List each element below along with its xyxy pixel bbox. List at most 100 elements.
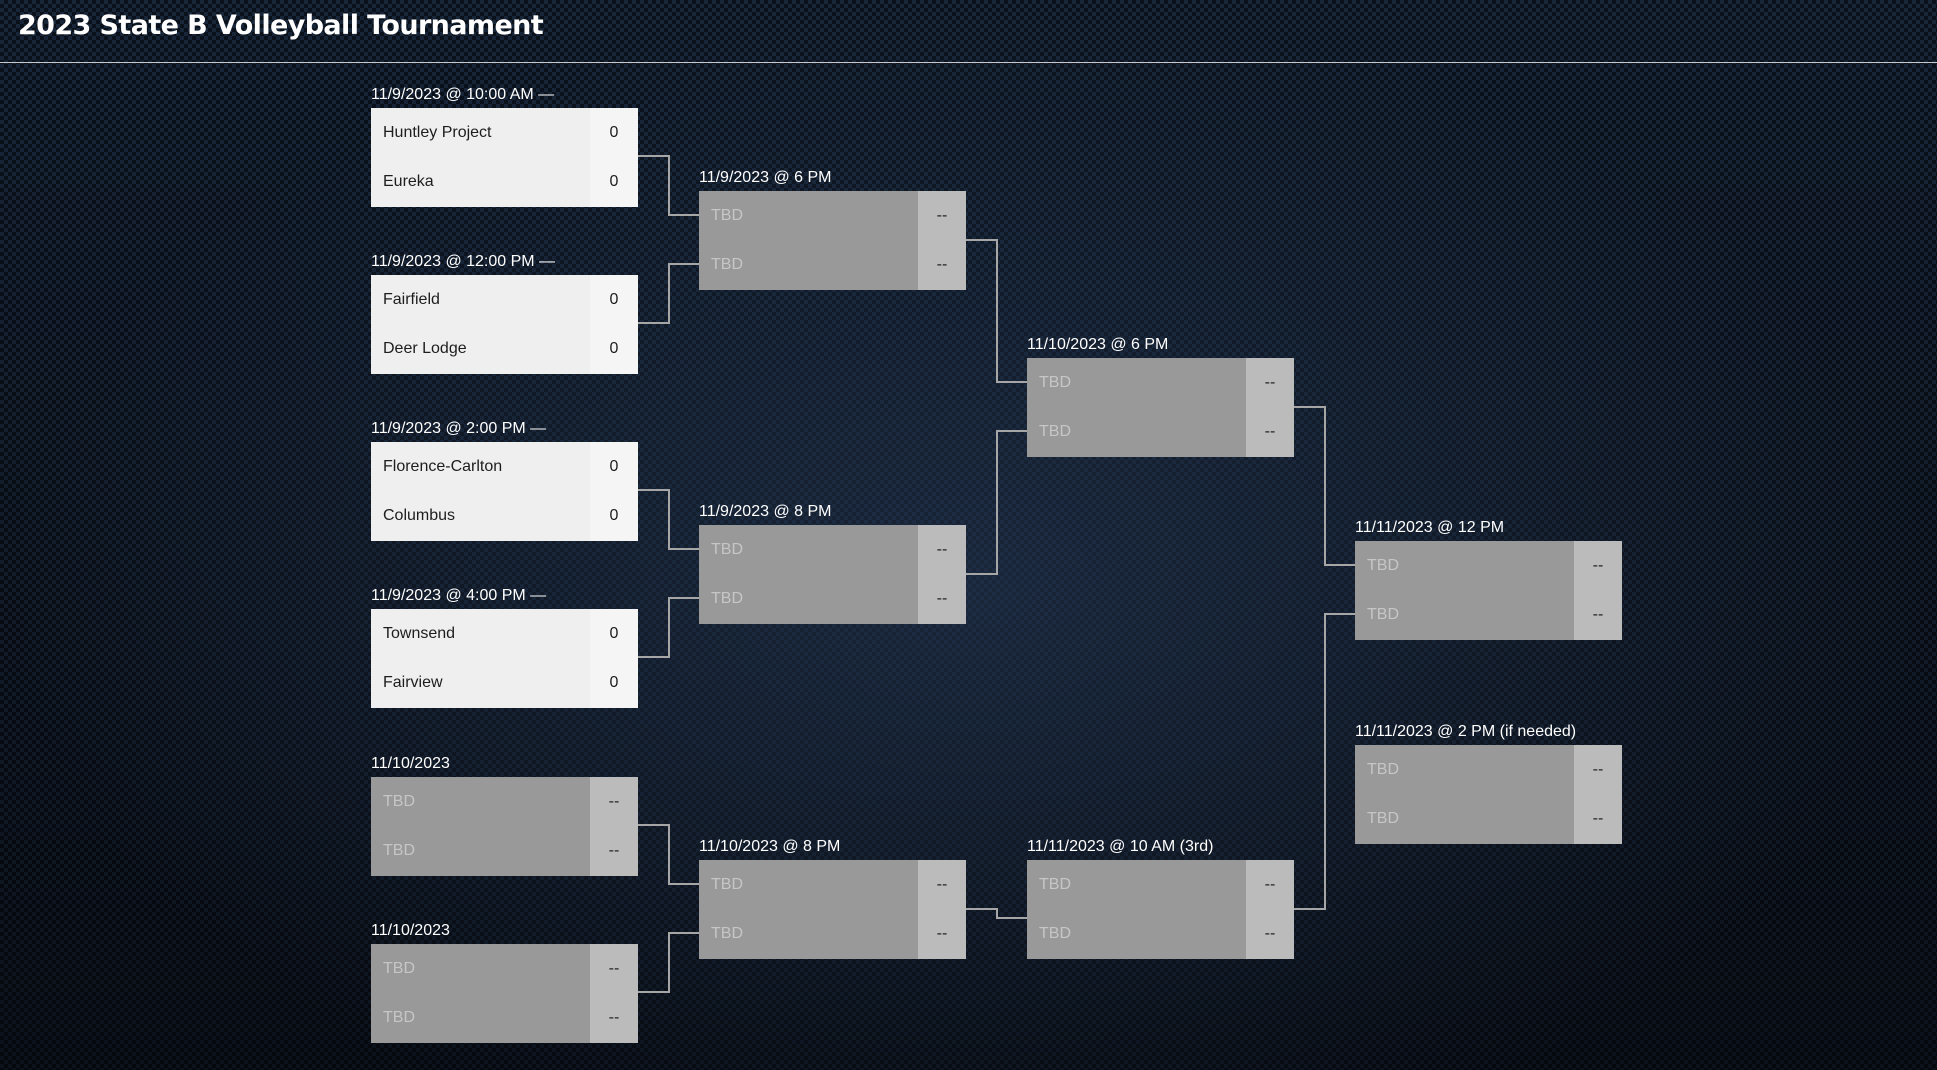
match-box[interactable]: Fairfield 0 Deer Lodge 0 bbox=[371, 275, 638, 374]
team-row[interactable]: TBD -- bbox=[1027, 358, 1294, 408]
team-score: -- bbox=[1246, 407, 1294, 457]
team-name: TBD bbox=[1355, 590, 1574, 640]
team-score: -- bbox=[918, 860, 966, 910]
team-name: TBD bbox=[1355, 794, 1574, 844]
match-box[interactable]: TBD -- TBD -- bbox=[371, 944, 638, 1043]
match-townsend-vs-fairview: 11/9/2023 @ 4:00 PM — Townsend 0 Fairvie… bbox=[371, 587, 638, 708]
team-row[interactable]: TBD -- bbox=[699, 909, 966, 959]
team-name: Fairfield bbox=[371, 275, 590, 325]
team-row[interactable]: TBD -- bbox=[1355, 745, 1622, 795]
connector-m5-to-m9 bbox=[638, 824, 700, 885]
match-semifinal-1: 11/9/2023 @ 6 PM TBD -- TBD -- bbox=[699, 169, 966, 290]
match-florence-carlton-vs-columbus: 11/9/2023 @ 2:00 PM — Florence-Carlton 0… bbox=[371, 420, 638, 541]
team-row[interactable]: TBD -- bbox=[1027, 909, 1294, 959]
match-box[interactable]: TBD -- TBD -- bbox=[699, 191, 966, 290]
match-time-label: 11/10/2023 @ 8 PM bbox=[699, 838, 841, 855]
connector-m9-to-m11 bbox=[966, 908, 1028, 919]
team-name: TBD bbox=[1027, 358, 1246, 408]
team-name: TBD bbox=[1027, 860, 1246, 910]
match-box[interactable]: Huntley Project 0 Eureka 0 bbox=[371, 108, 638, 207]
team-score: -- bbox=[918, 574, 966, 624]
team-score: -- bbox=[590, 944, 638, 994]
match-consolation-2: 11/10/2023 TBD -- TBD -- bbox=[371, 922, 638, 1043]
team-score: 0 bbox=[590, 324, 638, 374]
team-score: -- bbox=[590, 777, 638, 827]
team-name: Deer Lodge bbox=[371, 324, 590, 374]
team-name: TBD bbox=[371, 944, 590, 994]
connector-m7-to-m10 bbox=[966, 239, 1028, 383]
team-name: Townsend bbox=[371, 609, 590, 659]
team-row[interactable]: TBD -- bbox=[371, 944, 638, 994]
team-score: -- bbox=[1574, 541, 1622, 591]
team-row[interactable]: Fairfield 0 bbox=[371, 275, 638, 325]
match-time-label: 11/11/2023 @ 10 AM (3rd) bbox=[1027, 838, 1214, 855]
match-time-label: 11/9/2023 @ 8 PM bbox=[699, 503, 832, 520]
team-row[interactable]: Fairview 0 bbox=[371, 658, 638, 708]
team-name: TBD bbox=[699, 860, 918, 910]
team-row[interactable]: TBD -- bbox=[699, 860, 966, 910]
team-row[interactable]: TBD -- bbox=[1355, 794, 1622, 844]
match-semifinal-2: 11/9/2023 @ 8 PM TBD -- TBD -- bbox=[699, 503, 966, 624]
team-row[interactable]: TBD -- bbox=[699, 191, 966, 241]
team-score: 0 bbox=[590, 442, 638, 492]
team-score: -- bbox=[590, 993, 638, 1043]
team-row[interactable]: Townsend 0 bbox=[371, 609, 638, 659]
match-box[interactable]: Townsend 0 Fairview 0 bbox=[371, 609, 638, 708]
team-row[interactable]: TBD -- bbox=[1355, 590, 1622, 640]
team-row[interactable]: TBD -- bbox=[371, 993, 638, 1043]
page-title: 2023 State B Volleyball Tournament bbox=[18, 10, 544, 41]
match-box[interactable]: TBD -- TBD -- bbox=[1027, 358, 1294, 457]
team-score: 0 bbox=[590, 658, 638, 708]
bracket-connectors bbox=[638, 155, 1356, 993]
match-box[interactable]: TBD -- TBD -- bbox=[1355, 541, 1622, 640]
match-box[interactable]: TBD -- TBD -- bbox=[371, 777, 638, 876]
connector-m11-to-m12 bbox=[1294, 613, 1356, 910]
team-row[interactable]: TBD -- bbox=[371, 777, 638, 827]
team-name: TBD bbox=[371, 777, 590, 827]
team-score: -- bbox=[1574, 745, 1622, 795]
match-time-label: 11/10/2023 @ 6 PM bbox=[1027, 336, 1169, 353]
team-score: 0 bbox=[590, 491, 638, 541]
team-row[interactable]: TBD -- bbox=[699, 574, 966, 624]
match-box[interactable]: Florence-Carlton 0 Columbus 0 bbox=[371, 442, 638, 541]
team-name: TBD bbox=[699, 909, 918, 959]
team-row[interactable]: Deer Lodge 0 bbox=[371, 324, 638, 374]
team-row[interactable]: Huntley Project 0 bbox=[371, 108, 638, 158]
team-score: -- bbox=[918, 240, 966, 290]
connector-m4-to-m8 bbox=[638, 597, 700, 658]
match-box[interactable]: TBD -- TBD -- bbox=[699, 525, 966, 624]
team-score: -- bbox=[918, 909, 966, 959]
team-row[interactable]: Eureka 0 bbox=[371, 157, 638, 207]
team-name: TBD bbox=[1027, 407, 1246, 457]
connector-m10-to-m12 bbox=[1294, 406, 1356, 566]
team-score: -- bbox=[918, 191, 966, 241]
team-row[interactable]: Columbus 0 bbox=[371, 491, 638, 541]
team-row[interactable]: TBD -- bbox=[1027, 407, 1294, 457]
team-row[interactable]: TBD -- bbox=[1027, 860, 1294, 910]
match-box[interactable]: TBD -- TBD -- bbox=[1027, 860, 1294, 959]
match-time-label: 11/11/2023 @ 2 PM (if needed) bbox=[1355, 723, 1577, 740]
team-score: 0 bbox=[590, 609, 638, 659]
match-time-label: 11/9/2023 @ 12:00 PM — bbox=[371, 253, 556, 270]
match-box[interactable]: TBD -- TBD -- bbox=[1355, 745, 1622, 844]
match-championship: 11/11/2023 @ 12 PM TBD -- TBD -- bbox=[1355, 519, 1622, 640]
match-time-label: 11/10/2023 bbox=[371, 922, 450, 939]
team-name: TBD bbox=[1355, 541, 1574, 591]
team-name: Eureka bbox=[371, 157, 590, 207]
match-time-label: 11/9/2023 @ 2:00 PM — bbox=[371, 420, 547, 437]
team-name: TBD bbox=[699, 574, 918, 624]
team-score: -- bbox=[918, 525, 966, 575]
match-fairfield-vs-deer-lodge: 11/9/2023 @ 12:00 PM — Fairfield 0 Deer … bbox=[371, 253, 638, 374]
match-time-label: 11/10/2023 bbox=[371, 755, 450, 772]
team-score: -- bbox=[590, 826, 638, 876]
team-row[interactable]: TBD -- bbox=[1355, 541, 1622, 591]
team-row[interactable]: TBD -- bbox=[699, 525, 966, 575]
team-row[interactable]: Florence-Carlton 0 bbox=[371, 442, 638, 492]
team-name: Fairview bbox=[371, 658, 590, 708]
team-name: Columbus bbox=[371, 491, 590, 541]
match-box[interactable]: TBD -- TBD -- bbox=[699, 860, 966, 959]
team-name: TBD bbox=[1355, 745, 1574, 795]
match-consolation-semifinal: 11/10/2023 @ 8 PM TBD -- TBD -- bbox=[699, 838, 966, 959]
team-row[interactable]: TBD -- bbox=[699, 240, 966, 290]
team-row[interactable]: TBD -- bbox=[371, 826, 638, 876]
